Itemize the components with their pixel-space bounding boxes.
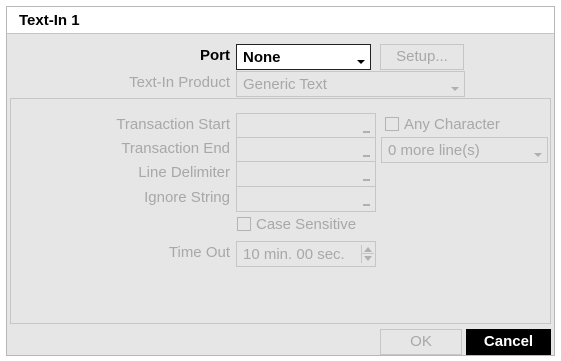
- arrow-down-icon: [364, 256, 372, 261]
- any-character-checkbox[interactable]: [385, 117, 399, 131]
- spinner-arrows-icon[interactable]: [361, 245, 374, 263]
- text-in-product-dropdown[interactable]: Generic Text: [236, 71, 465, 97]
- transaction-start-input[interactable]: [236, 113, 376, 139]
- edit-icon: [363, 155, 370, 157]
- case-sensitive-label: Case Sensitive: [256, 216, 357, 233]
- time-out-value: 10 min. 00 sec.: [243, 246, 345, 263]
- transaction-end-label: Transaction End: [121, 140, 230, 157]
- chevron-down-icon: [534, 153, 542, 157]
- port-value: None: [243, 49, 281, 66]
- port-label: Port: [200, 47, 230, 64]
- dialog-titlebar: Text-In 1: [7, 7, 554, 34]
- text-in-dialog: Text-In 1 Port None Setup... Text-In Pro…: [6, 6, 555, 356]
- edit-icon: [363, 131, 370, 133]
- edit-icon: [363, 179, 370, 181]
- port-dropdown[interactable]: None: [236, 44, 371, 70]
- text-in-product-value: Generic Text: [243, 76, 327, 93]
- chevron-down-icon: [451, 87, 459, 91]
- cancel-button[interactable]: Cancel: [466, 329, 551, 355]
- ok-button[interactable]: OK: [380, 329, 462, 355]
- chevron-down-icon: [357, 60, 365, 64]
- transaction-start-label: Transaction Start: [116, 116, 230, 133]
- line-delimiter-label: Line Delimiter: [138, 164, 230, 181]
- case-sensitive-checkbox[interactable]: [237, 217, 251, 231]
- arrow-up-icon: [364, 247, 372, 252]
- setup-button[interactable]: Setup...: [380, 44, 464, 70]
- time-out-label: Time Out: [168, 244, 230, 261]
- ignore-string-label: Ignore String: [144, 189, 230, 206]
- line-delimiter-input[interactable]: [236, 161, 376, 187]
- more-lines-value: 0 more line(s): [388, 142, 480, 159]
- more-lines-dropdown[interactable]: 0 more line(s): [381, 137, 548, 163]
- transaction-end-input[interactable]: [236, 137, 376, 163]
- time-out-spinner[interactable]: 10 min. 00 sec.: [236, 241, 376, 267]
- edit-icon: [363, 204, 370, 206]
- any-character-label: Any Character: [404, 116, 500, 133]
- ignore-string-input[interactable]: [236, 186, 376, 212]
- dialog-title: Text-In 1: [19, 12, 80, 29]
- text-in-product-label: Text-In Product: [129, 74, 230, 91]
